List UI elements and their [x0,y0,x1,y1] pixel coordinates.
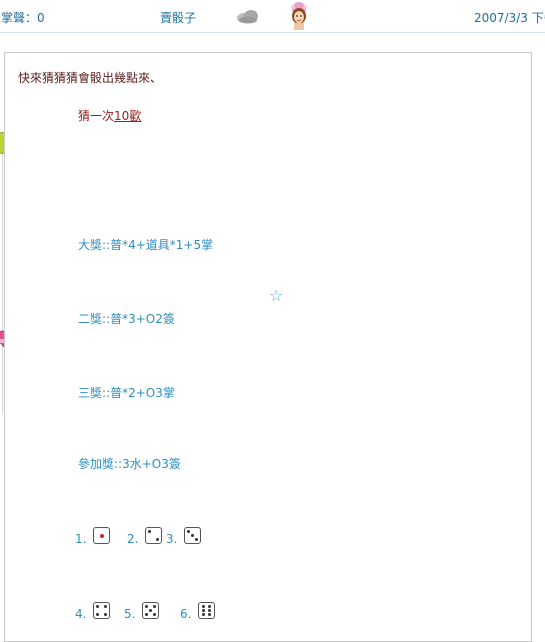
prize-second: 二獎::普*3+O2簽 [78,312,175,326]
dice-option-1[interactable]: 1. [75,527,111,546]
palm-count: 掌聲：0 [1,11,45,25]
dice-option-5[interactable]: 5. [124,602,160,621]
die-face-4-icon [93,602,111,619]
prize-participation: 參加獎::3水+O3簽 [78,457,181,471]
intro-text: 快來猜猜猜會骰出幾點來、 [18,71,163,85]
content-panel [4,52,532,642]
prize-third: 三獎::普*2+O3掌 [78,386,175,400]
die-face-2-icon [145,527,163,544]
dice-label: 3. [166,532,178,546]
guess-cost-link[interactable]: 10歡 [114,109,141,123]
dice-label: 6. [180,607,192,621]
dice-label: 2. [127,532,139,546]
date-text: 2007/3/3 下午 [474,11,545,25]
dice-option-2[interactable]: 2. [127,527,163,546]
top-bar: 掌聲：0 賣骰子 2007/3/3 下午 [0,0,545,33]
dice-label: 1. [75,532,87,546]
balloon-string [2,153,3,413]
prize-grand: 大獎::普*4+道具*1+5掌 [78,238,214,252]
die-face-3-icon [184,527,202,544]
die-face-6-icon [198,602,216,619]
page-title: 賣骰子 [160,11,197,25]
die-face-5-icon [142,602,160,619]
cloud-icon [237,10,258,24]
avatar-icon[interactable] [286,2,312,30]
dice-label: 4. [75,607,87,621]
dice-option-6[interactable]: 6. [180,602,216,621]
die-face-1-icon [93,527,111,544]
star-icon: ☆ [269,286,284,305]
guess-line: 猜一次10歡 [78,107,141,124]
dice-label: 5. [124,607,136,621]
dice-option-3[interactable]: 3. [166,527,202,546]
guess-prefix: 猜一次 [78,109,115,123]
dice-option-4[interactable]: 4. [75,602,111,621]
